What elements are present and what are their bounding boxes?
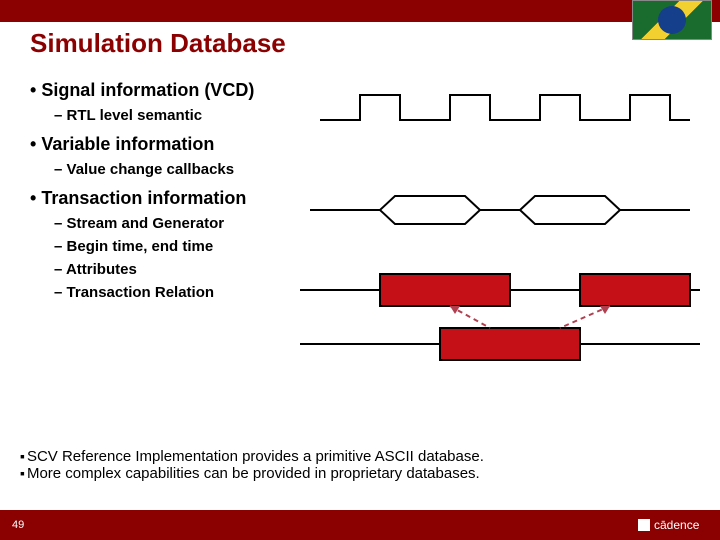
bottom-bar: 49 cādence xyxy=(0,510,720,540)
svg-text:cādence: cādence xyxy=(654,518,700,532)
subbullet-callbacks: Value change callbacks xyxy=(54,161,690,178)
slide-title: Simulation Database xyxy=(30,28,286,59)
page-number: 49 xyxy=(12,519,24,531)
slide: Simulation Database Signal information (… xyxy=(0,0,720,540)
brazil-flag-icon xyxy=(632,0,712,40)
subbullet-time: Begin time, end time xyxy=(54,238,690,255)
footer-line-2: More complex capabilities can be provide… xyxy=(20,465,700,482)
signal-waveform-icon xyxy=(320,90,690,130)
footer-line-1: SCV Reference Implementation provides a … xyxy=(20,448,700,465)
value-change-diagram-icon xyxy=(310,192,690,228)
top-red-bar xyxy=(0,0,720,22)
bullet-variable: Variable information xyxy=(30,134,690,155)
footer-notes: SCV Reference Implementation provides a … xyxy=(20,448,700,482)
transaction-diagram-icon xyxy=(300,272,700,362)
cadence-logo-icon: cādence xyxy=(638,517,708,533)
